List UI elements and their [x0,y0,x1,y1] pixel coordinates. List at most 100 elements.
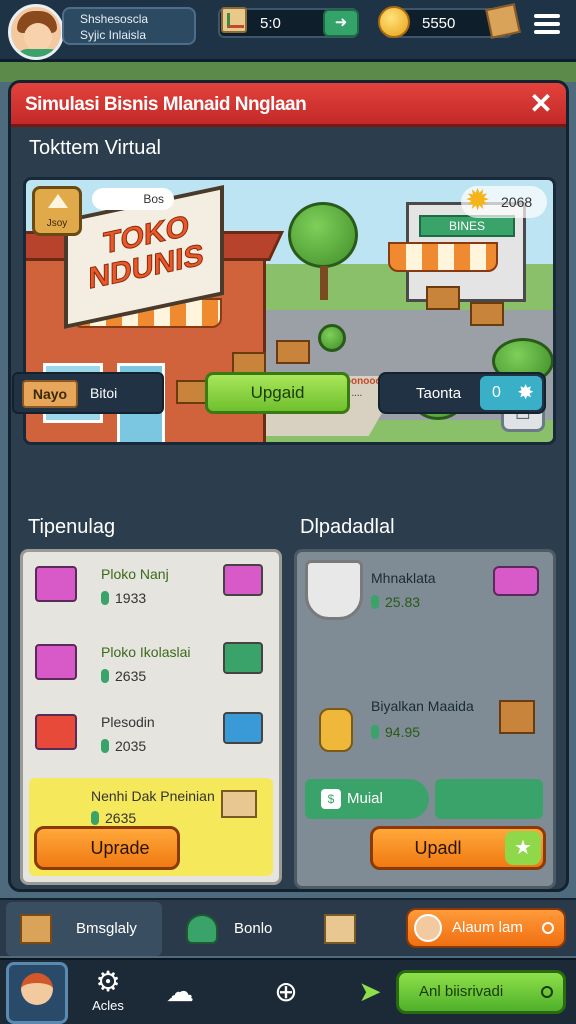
level-up-button[interactable]: Jsoy [32,186,82,236]
list-item[interactable]: Ploko Ikolaslai 2635 [23,636,279,702]
tab-label: Bmsglaly [76,920,137,937]
crate-icon [499,700,535,734]
package-icon [221,790,257,818]
close-icon[interactable]: ✕ [526,89,556,119]
nav-chat[interactable]: ☁ [152,966,208,1022]
alarm-button[interactable]: Alaum lam [406,908,566,948]
register-icon[interactable] [223,712,263,744]
item-price: 2035 [101,738,146,754]
list-item[interactable]: Ploko Nanj 1933 [23,558,279,624]
star-icon: ✸ [517,382,534,404]
update-button[interactable]: Upadl ★ [370,826,546,870]
upgrade-button[interactable]: Upgaid [205,372,350,414]
player-subtitle: Syjic Inlaisla [80,28,147,42]
nav-target[interactable]: ⊕ [258,966,314,1022]
produce-box-icon [35,714,77,750]
package-icon [324,914,356,944]
cta-label: Anl biisrivadi [419,983,504,1000]
item-price: 2635 [101,668,146,684]
left-section-heading: Tipenulag [28,516,116,538]
plant-icon [186,914,218,944]
produce-box-icon [35,644,77,680]
player-avatar[interactable] [8,4,64,60]
produce-crate [276,340,310,364]
tab-delivery[interactable] [306,902,396,956]
right-section-heading: Dlpadadlal [300,516,395,538]
potted-plant [318,324,346,352]
sofa-icon[interactable] [493,566,539,596]
item-name: Biyalkan Maaida [371,698,474,714]
chat-bubble-icon: ☁ [166,976,194,1007]
crate-icon [20,914,52,944]
chevron-right-icon [541,986,553,998]
item-name: Ploko Ikolaslai [101,644,191,660]
level-up-label: Jsoy [46,218,68,229]
produce-crate [470,302,504,326]
panel-title-bar: Simulasi Bisnis Mlanaid Nnglaan ✕ [11,83,566,127]
avatar [414,914,442,942]
tanta-chip[interactable]: Taonta 0 ✸ [378,372,546,414]
top-bar: Shshesoscla Syjic Inlaisla 5:0 ➜ 5550 [0,0,576,62]
tab-bmsglaly[interactable]: Bmsglaly [6,902,162,956]
tab-bonlo[interactable]: Bonlo [166,902,298,956]
upgrade-promo-label: Uprade [90,838,150,858]
item-name: Plesodin [101,714,155,730]
star-icon: ✹ [465,184,491,217]
item-price: 94.95 [371,724,420,740]
upgrade-promo-button[interactable]: Uprade [34,826,180,870]
arrow-up-icon [48,194,68,208]
tab-label: Bonlo [234,920,273,937]
compass-icon: ➤ [358,976,382,1007]
tanta-counter[interactable]: 0 ✸ [480,376,542,410]
add-maps-button[interactable]: ➜ [323,9,359,37]
price-tag: Bos [92,188,174,210]
cash-icon: $ [321,789,341,809]
update-label: Upadl [414,838,462,858]
store-info-chip[interactable]: Nayo Bitoi [12,372,164,414]
rating-value: 2068 [501,194,533,210]
player-name: Shshesoscla [80,12,149,26]
muial-button[interactable]: $ Muial [305,779,429,819]
nav-label: Acles [92,998,124,1013]
rating-badge: ✹ 2068 [461,184,547,218]
tanta-count: 0 [492,384,501,401]
promo-price: 2635 [91,810,136,826]
worker-icon [319,708,353,752]
tree [288,202,358,268]
nav-compass[interactable]: ➤ [342,966,398,1022]
avatar [21,973,53,1005]
menu-icon[interactable] [534,14,560,34]
star-icon: ★ [505,831,541,865]
item-name: Ploko Nanj [101,566,169,582]
store-tag-label: Bitoi [90,385,118,401]
crate-badge-icon [305,560,363,620]
list-item[interactable]: Plesodin 2035 [23,706,279,772]
chevron-right-icon [542,922,554,934]
coin-icon [378,6,410,38]
nav-profile-button[interactable] [6,962,68,1024]
coins-value: 5550 [422,15,456,32]
panel-title: Simulasi Bisnis Mlanaid Nnglaan [25,94,307,115]
player-name-box[interactable]: Shshesoscla Syjic Inlaisla [62,7,196,45]
produce-box-icon [35,566,77,602]
primary-cta-button[interactable]: Anl biisrivadi [396,970,566,1014]
maps-value: 5:0 [260,15,281,32]
second-shop-sign: BINES [419,215,515,237]
second-shop-awning [388,242,498,272]
settings-icon: ⚙ [95,966,121,997]
progress-bar [435,779,543,819]
item-price: 25.83 [371,594,420,610]
alarm-label: Alaum lam [452,919,523,936]
cash-icon[interactable] [223,642,263,674]
crate-icon[interactable] [485,3,521,39]
item-name: Mhnaklata [371,570,436,586]
muial-label: Muial [347,790,383,807]
produce-crate [426,286,460,310]
nav-acles[interactable]: ⚙ Acles [80,966,136,1022]
tanta-label: Taonta [416,385,462,402]
cart-icon[interactable] [223,564,263,596]
promo-name: Nenhi Dak Pneinian [91,788,215,804]
panel-subtitle: Tokttem Virtual [29,137,161,159]
map-icon [221,7,247,33]
store-tag: Nayo [22,380,78,408]
